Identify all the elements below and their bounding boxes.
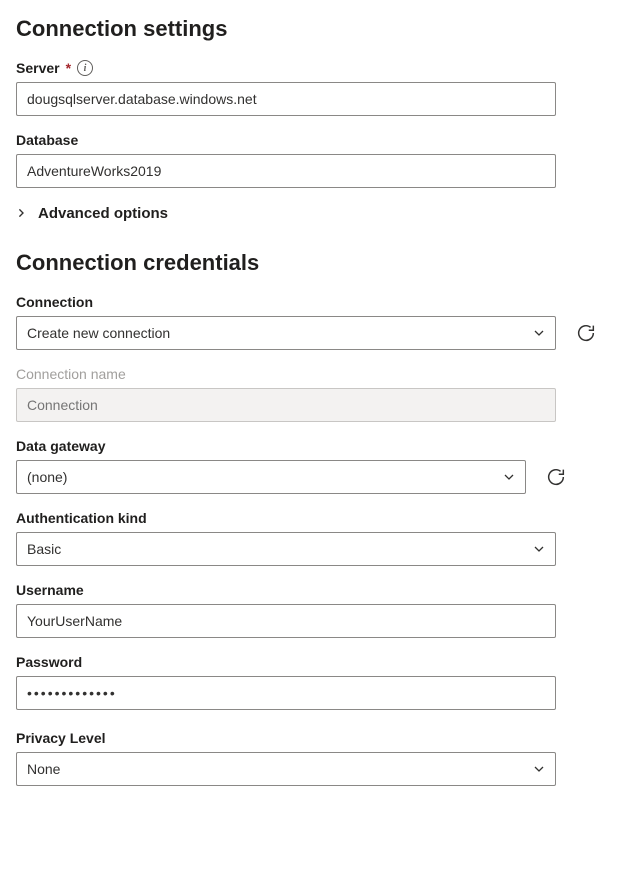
chevron-right-icon: [15, 207, 31, 220]
connection-select[interactable]: [16, 316, 556, 350]
advanced-options-toggle[interactable]: Advanced options: [16, 204, 604, 222]
username-input[interactable]: [16, 604, 556, 638]
section-title-credentials: Connection credentials: [16, 250, 604, 276]
refresh-connection-button[interactable]: [574, 321, 598, 345]
info-icon[interactable]: i: [77, 60, 93, 76]
required-marker: *: [66, 60, 71, 76]
password-input[interactable]: [16, 676, 556, 710]
field-auth-kind: Authentication kind: [16, 510, 604, 566]
auth-kind-label: Authentication kind: [16, 510, 147, 526]
field-password: Password: [16, 654, 604, 710]
gateway-label: Data gateway: [16, 438, 105, 454]
server-label: Server: [16, 60, 60, 76]
privacy-select[interactable]: [16, 752, 556, 786]
gateway-select[interactable]: [16, 460, 526, 494]
connection-label: Connection: [16, 294, 93, 310]
connection-name-input: [16, 388, 556, 422]
field-server: Server * i: [16, 60, 604, 116]
server-input[interactable]: [16, 82, 556, 116]
refresh-gateway-button[interactable]: [544, 465, 568, 489]
advanced-options-label: Advanced options: [38, 205, 168, 222]
field-connection-name: Connection name: [16, 366, 604, 422]
password-label: Password: [16, 654, 82, 670]
field-username: Username: [16, 582, 604, 638]
section-title-settings: Connection settings: [16, 16, 604, 42]
field-privacy: Privacy Level: [16, 730, 604, 786]
field-connection: Connection: [16, 294, 604, 350]
auth-kind-select[interactable]: [16, 532, 556, 566]
field-database: Database: [16, 132, 604, 188]
username-label: Username: [16, 582, 84, 598]
refresh-icon: [545, 466, 567, 488]
field-gateway: Data gateway: [16, 438, 604, 494]
database-input[interactable]: [16, 154, 556, 188]
refresh-icon: [575, 322, 597, 344]
database-label: Database: [16, 132, 78, 148]
connection-name-label: Connection name: [16, 366, 126, 382]
privacy-label: Privacy Level: [16, 730, 106, 746]
